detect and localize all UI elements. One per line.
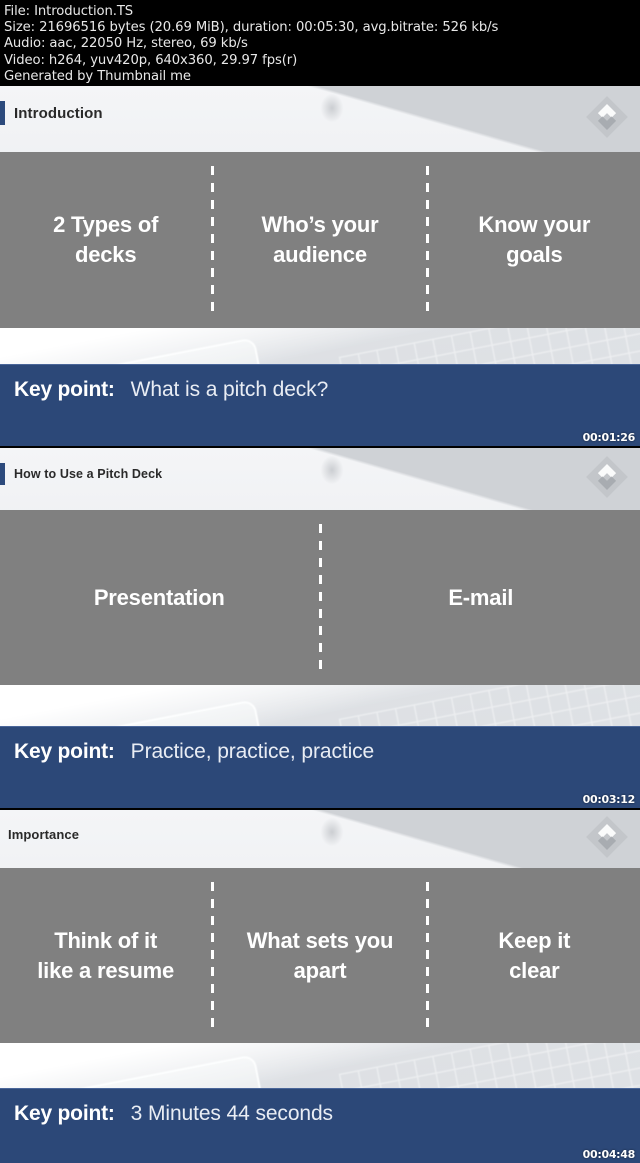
key-point-row: Key point: What is a pitch deck? — [0, 365, 640, 402]
thumbnail-sheet: File: Introduction.TS Size: 21696516 byt… — [0, 0, 640, 1163]
diamond-logo-icon — [584, 814, 630, 860]
thumbnail-frame-1[interactable]: Introduction 2 Types of decks Who’s your… — [0, 86, 640, 446]
slide-title-bar-3: Importance — [0, 820, 640, 848]
diamond-logo-icon — [584, 94, 630, 140]
title-accent-mark — [0, 463, 5, 485]
slide-title-1: Introduction — [14, 104, 103, 122]
panel-column-text: Know your goals — [478, 212, 591, 267]
mediainfo-generator-line: Generated by Thumbnail me — [4, 68, 191, 84]
mediainfo-video-line: Video: h264, yuv420p, 640x360, 29.97 fps… — [4, 52, 298, 68]
mediainfo-audio-line: Audio: aac, 22050 Hz, stereo, 69 kb/s — [4, 36, 248, 52]
slide-title-bar-2: How to Use a Pitch Deck — [0, 460, 640, 488]
panel-column-text: Think of it like a resume — [37, 927, 175, 983]
key-point-label: Key point: — [14, 740, 115, 763]
key-point-row: Key point: Practice, practice, practice — [0, 727, 640, 764]
thumbnail-frame-3[interactable]: Importance Think of it like a resume Wha… — [0, 810, 640, 1163]
timestamp-1: 00:01:26 — [582, 431, 636, 444]
content-panel-2: Presentation E-mail — [0, 510, 640, 685]
mediainfo-size-line: Size: 21696516 bytes (20.69 MiB), durati… — [4, 20, 499, 36]
content-panel-3: Think of it like a resume What sets you … — [0, 868, 640, 1043]
timestamp-2: 00:03:12 — [582, 793, 636, 806]
timestamp-3: 00:04:48 — [582, 1148, 636, 1161]
key-point-row: Key point: 3 Minutes 44 seconds — [0, 1089, 640, 1126]
panel-column: Presentation — [0, 583, 319, 613]
key-point-value: 3 Minutes 44 seconds — [130, 1102, 333, 1125]
key-point-label: Key point: — [14, 378, 115, 401]
title-accent-mark — [0, 101, 5, 125]
key-point-value: What is a pitch deck? — [130, 378, 329, 401]
key-point-bar-3: Key point: 3 Minutes 44 seconds 00:04:48 — [0, 1088, 640, 1163]
panel-column-text: Presentation — [93, 584, 225, 610]
mediainfo-header: File: Introduction.TS Size: 21696516 byt… — [0, 0, 640, 85]
panel-column: Who’s your audience — [214, 210, 425, 270]
panel-column: What sets you apart — [214, 926, 425, 986]
panel-column: E-mail — [322, 583, 640, 613]
panel-column-text: What sets you apart — [246, 927, 394, 983]
key-point-bar-1: Key point: What is a pitch deck? 00:01:2… — [0, 364, 640, 446]
slide-title-2: How to Use a Pitch Deck — [14, 467, 163, 481]
key-point-bar-2: Key point: Practice, practice, practice … — [0, 726, 640, 808]
panel-column: Keep it clear — [429, 926, 640, 986]
thumbnail-frame-2[interactable]: How to Use a Pitch Deck Presentation E-m… — [0, 448, 640, 808]
key-point-value: Practice, practice, practice — [130, 740, 375, 763]
panel-column: 2 Types of decks — [0, 210, 211, 270]
mediainfo-file-line: File: Introduction.TS — [4, 4, 134, 19]
diamond-logo-icon — [584, 454, 630, 500]
content-panel-1: 2 Types of decks Who’s your audience Kno… — [0, 152, 640, 328]
panel-column: Think of it like a resume — [0, 926, 211, 986]
panel-column-text: Keep it clear — [498, 927, 571, 983]
key-point-label: Key point: — [14, 1102, 115, 1125]
slide-title-bar-1: Introduction — [0, 98, 640, 128]
panel-column-text: Who’s your audience — [261, 212, 379, 267]
panel-column-text: E-mail — [448, 584, 514, 610]
panel-column-text: 2 Types of decks — [53, 212, 159, 267]
slide-title-3: Importance — [8, 826, 80, 842]
panel-column: Know your goals — [429, 210, 640, 270]
